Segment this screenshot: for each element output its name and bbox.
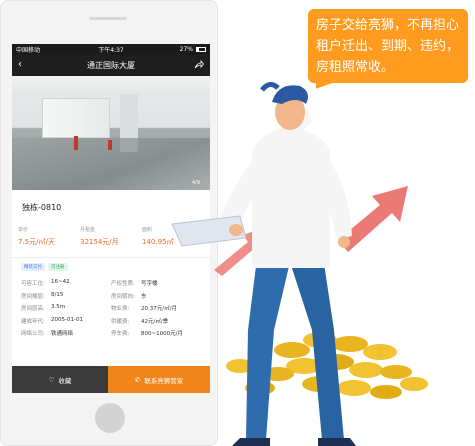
businessman-figure: [171, 82, 356, 446]
speech-bubble: 房子交给亮狮，不再担心租户迁出、到期、违约，房租照常收。: [308, 9, 468, 83]
speech-bubble-text: 房子交给亮狮，不再担心租户迁出、到期、违约，房租照常收。: [316, 18, 460, 75]
